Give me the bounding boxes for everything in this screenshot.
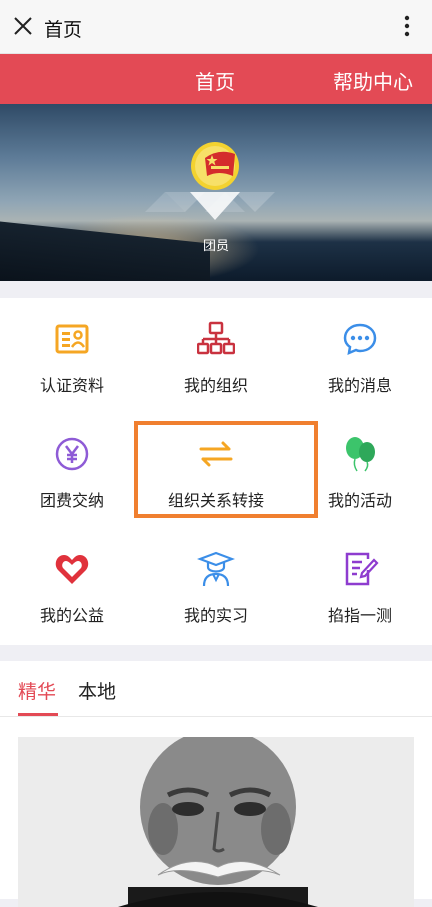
grid-item-label: 认证资料 bbox=[39, 376, 104, 395]
nav-home[interactable]: 首页 bbox=[195, 66, 235, 95]
grid-item-dues-payment[interactable]: 团费交纳 bbox=[0, 413, 144, 528]
highlight-frame bbox=[134, 421, 318, 518]
grid-item-label: 团费交纳 bbox=[39, 491, 104, 510]
grid-item-my-organization[interactable]: 我的组织 bbox=[144, 298, 288, 413]
grid-item-my-messages[interactable]: 我的消息 bbox=[288, 298, 432, 413]
tab-featured[interactable]: 精华 bbox=[18, 677, 56, 704]
nav-bar: 首页 帮助中心 bbox=[0, 54, 432, 104]
graduate-icon bbox=[197, 551, 235, 587]
grid-item-label: 我的实习 bbox=[183, 606, 248, 625]
edit-note-icon bbox=[345, 552, 379, 586]
youth-league-emblem-icon bbox=[191, 142, 239, 190]
grid-item-certification[interactable]: 认证资料 bbox=[0, 298, 144, 413]
grid-item-quick-test[interactable]: 掐指一测 bbox=[288, 528, 432, 643]
portrait-image bbox=[18, 737, 414, 907]
tab-local[interactable]: 本地 bbox=[78, 677, 116, 704]
title-bar: 首页 bbox=[0, 0, 432, 54]
profile-banner: 团员 bbox=[0, 104, 432, 281]
window-title: 首页 bbox=[44, 19, 83, 41]
chat-bubble-icon bbox=[343, 323, 377, 356]
balloons-icon bbox=[346, 437, 375, 472]
close-icon[interactable] bbox=[12, 15, 34, 37]
avatar-frame-shapes bbox=[145, 192, 275, 220]
article-photo[interactable] bbox=[18, 737, 414, 907]
active-tab-underline bbox=[18, 713, 58, 716]
grid-item-label: 我的公益 bbox=[39, 606, 104, 625]
grid-item-my-charity[interactable]: 我的公益 bbox=[0, 528, 144, 643]
org-chart-icon bbox=[197, 321, 235, 355]
nav-help-center[interactable]: 帮助中心 bbox=[333, 66, 413, 95]
yen-coin-icon bbox=[55, 437, 89, 471]
grid-item-label: 我的消息 bbox=[327, 376, 392, 395]
grid-item-label: 我的组织 bbox=[183, 376, 248, 395]
heart-hands-icon bbox=[55, 555, 89, 584]
content-tabs: 精华 本地 bbox=[0, 661, 432, 717]
article-feed bbox=[0, 717, 432, 907]
grid-item-label: 掐指一测 bbox=[327, 606, 392, 625]
member-label: 团员 bbox=[202, 239, 229, 254]
id-card-icon bbox=[55, 324, 89, 354]
grid-item-my-internship[interactable]: 我的实习 bbox=[144, 528, 288, 643]
more-menu-icon[interactable] bbox=[404, 14, 410, 38]
